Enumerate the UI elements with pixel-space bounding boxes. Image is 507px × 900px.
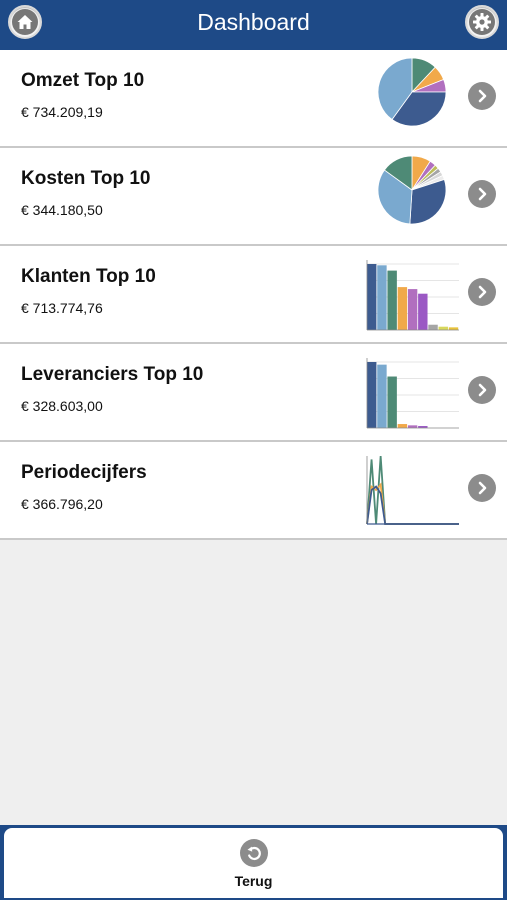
chevron-right-icon[interactable] (468, 180, 496, 208)
list-item-leveranciers[interactable]: Leveranciers Top 10 € 328.603,00 (0, 344, 507, 442)
list-item-periodecijfers[interactable]: Periodecijfers € 366.796,20 (0, 442, 507, 540)
bar (367, 264, 377, 330)
dashboard-list: Omzet Top 10 € 734.209,19 Kosten Top 10 … (0, 50, 507, 540)
series-line (366, 482, 459, 525)
list-item-kosten[interactable]: Kosten Top 10 € 344.180,50 (0, 148, 507, 246)
chevron-right-icon[interactable] (468, 474, 496, 502)
bar (387, 270, 397, 330)
row-mini-chart (366, 260, 459, 331)
bar (367, 362, 377, 428)
row-title: Kosten Top 10 (21, 168, 151, 189)
row-amount: € 344.180,50 (21, 202, 103, 218)
app-footer: Terug (0, 825, 507, 900)
series-line (366, 485, 459, 525)
list-item-omzet[interactable]: Omzet Top 10 € 734.209,19 (0, 50, 507, 148)
bar (428, 324, 438, 330)
bar (397, 287, 408, 330)
back-button[interactable]: Terug (4, 828, 503, 898)
list-item-klanten[interactable]: Klanten Top 10 € 713.774,76 (0, 246, 507, 344)
bar (377, 364, 387, 428)
bar (407, 289, 418, 330)
settings-button[interactable] (465, 5, 499, 39)
chevron-right-icon[interactable] (468, 82, 496, 110)
bar (418, 293, 428, 330)
back-label: Terug (234, 873, 273, 889)
gear-icon (469, 9, 495, 35)
bar (387, 376, 397, 428)
bar (377, 265, 387, 330)
bar (397, 424, 408, 428)
row-title: Leveranciers Top 10 (21, 364, 204, 385)
undo-icon (239, 839, 268, 867)
chevron-right-icon[interactable] (468, 278, 496, 306)
row-title: Klanten Top 10 (21, 266, 156, 287)
row-amount: € 328.603,00 (21, 398, 103, 414)
row-title: Omzet Top 10 (21, 70, 145, 91)
row-mini-chart (377, 57, 447, 127)
bar (438, 326, 448, 330)
row-amount: € 713.774,76 (21, 300, 103, 316)
chevron-right-icon[interactable] (468, 376, 496, 404)
page-title: Dashboard (197, 9, 310, 35)
row-mini-chart (377, 155, 447, 225)
row-mini-chart (366, 455, 459, 525)
row-amount: € 734.209,19 (21, 104, 103, 120)
row-amount: € 366.796,20 (21, 496, 103, 512)
app-root: Dashboard Omzet Top 10 € 734.209,19 Kost… (0, 0, 507, 900)
row-title: Periodecijfers (21, 462, 147, 483)
app-header: Dashboard (0, 0, 507, 51)
row-mini-chart (366, 358, 459, 429)
